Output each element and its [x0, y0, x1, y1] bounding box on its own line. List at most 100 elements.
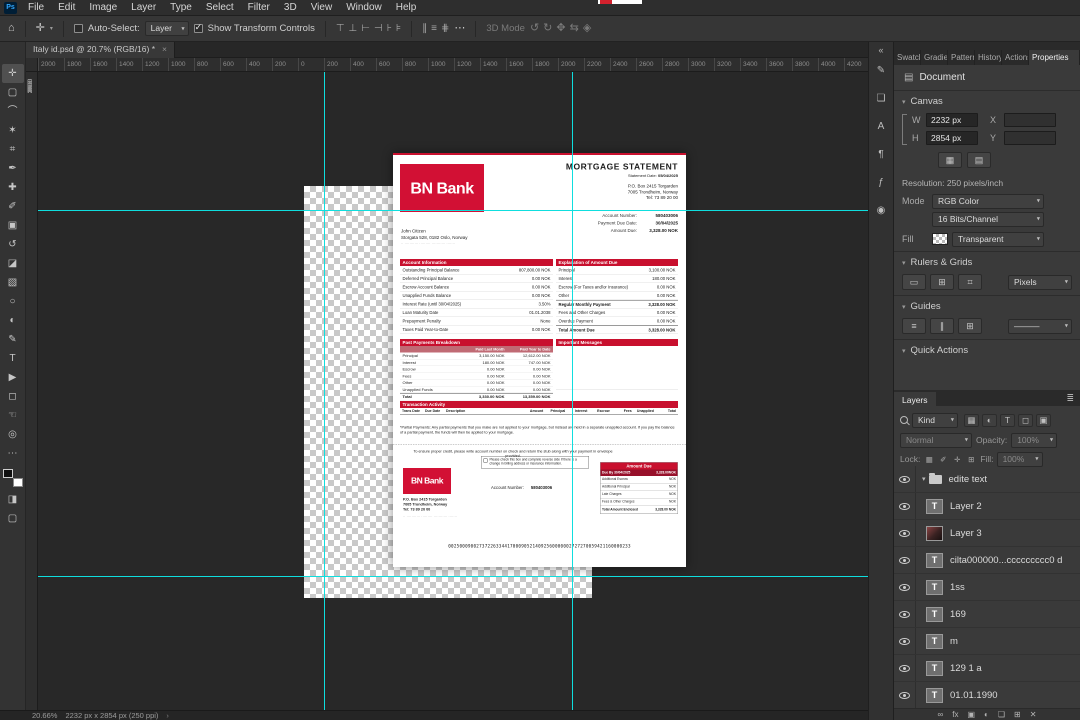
screen-mode-button[interactable]: ▢ — [2, 509, 24, 528]
menu-item[interactable]: Filter — [241, 0, 277, 16]
distribute-icon[interactable]: ⋕ — [441, 23, 449, 34]
layers-action-icon[interactable]: ▣ — [967, 710, 975, 719]
layer-row[interactable]: T 01.01.1990 — [894, 682, 1080, 709]
ruler-grid-toggle-button[interactable]: ▭ — [902, 274, 926, 290]
layer-thumbnail[interactable] — [926, 525, 943, 541]
layer-name[interactable]: 169 — [950, 609, 966, 620]
layers-action-icon[interactable]: ✕ — [1030, 710, 1037, 719]
fill-opacity-dropdown[interactable]: 100% — [996, 451, 1043, 467]
layer-filter-icon[interactable]: ▣ — [1036, 413, 1051, 427]
distribute-icon[interactable]: ∥ — [422, 23, 427, 34]
document-tab[interactable]: Italy id.psd @ 20.7% (RGB/16) * × — [26, 42, 175, 58]
color-mode-dropdown[interactable]: RGB Color — [932, 193, 1044, 209]
layers-action-icon[interactable]: ∞ — [938, 710, 944, 719]
align-icon[interactable]: ⊦ — [387, 23, 392, 34]
healing-brush-tool[interactable]: ✚ — [2, 178, 24, 197]
3d-mode-icon[interactable]: ⇆ — [570, 23, 579, 34]
crop-tool[interactable]: ⌗ — [2, 140, 24, 159]
canvas-y-input[interactable] — [1004, 131, 1056, 145]
filter-kind-dropdown[interactable]: Kind — [912, 412, 958, 428]
rulers-grids-section-header[interactable]: ▾ Rulers & Grids — [902, 257, 972, 268]
magic-wand-tool[interactable]: ✶ — [2, 121, 24, 140]
distribute-icon[interactable]: ≡ — [431, 23, 437, 34]
guide-toggle-button[interactable]: ⊞ — [958, 318, 982, 334]
history-panel-icon[interactable]: ✎ — [872, 63, 890, 78]
guide-toggle-button[interactable]: ≡ — [902, 318, 926, 334]
lock-icon[interactable]: ✐ — [937, 454, 949, 465]
3d-mode-icon[interactable]: ✥ — [556, 23, 565, 34]
shape-tool[interactable]: ◻ — [2, 387, 24, 406]
panel-tab[interactable]: Swatches — [894, 50, 921, 65]
visibility-eye-icon[interactable] — [894, 655, 916, 681]
panel-tab[interactable]: Patterns — [948, 50, 975, 65]
zoom-tool[interactable]: ◎ — [2, 425, 24, 444]
text-layer-icon[interactable]: T — [926, 633, 943, 649]
paragraph-panel-icon[interactable]: ¶ — [872, 147, 890, 162]
menu-item[interactable]: Type — [163, 0, 199, 16]
color-swatches[interactable] — [2, 469, 23, 487]
text-layer-icon[interactable]: T — [926, 660, 943, 676]
home-icon[interactable]: ⌂ — [8, 23, 15, 34]
align-icon[interactable]: ⊣ — [374, 23, 383, 34]
panel-menu-icon[interactable]: ≣ — [1066, 390, 1074, 406]
photoshop-logo-icon[interactable]: Ps — [4, 1, 17, 14]
menu-item[interactable]: View — [304, 0, 340, 16]
lock-icon[interactable]: ⊞ — [965, 454, 977, 465]
layer-filter-icon[interactable]: ◻ — [1018, 413, 1033, 427]
guide-toggle-button[interactable]: ∥ — [930, 318, 954, 334]
text-layer-icon[interactable]: T — [926, 579, 943, 595]
panel-tab[interactable]: History — [975, 50, 1002, 65]
layer-name[interactable]: 01.01.1990 — [950, 690, 998, 701]
guides-section-header[interactable]: ▾ Guides — [902, 301, 941, 312]
layer-name[interactable]: cilta000000...ccccccccc0 d — [950, 555, 1062, 566]
guide-vertical[interactable] — [324, 72, 325, 710]
menu-item[interactable]: Edit — [51, 0, 82, 16]
glyphs-panel-icon[interactable]: ƒ — [872, 175, 890, 190]
pen-tool[interactable]: ✎ — [2, 330, 24, 349]
gradient-tool[interactable]: ▧ — [2, 273, 24, 292]
marquee-tool[interactable]: ▢ — [2, 83, 24, 102]
layers-action-icon[interactable]: fx — [952, 710, 958, 719]
align-icon[interactable]: ⊥ — [349, 23, 358, 34]
layers-action-icon[interactable]: ◐ — [984, 710, 989, 719]
layer-row[interactable]: T 129 1 a — [894, 655, 1080, 682]
libraries-panel-icon[interactable]: ◉ — [872, 203, 890, 218]
visibility-eye-icon[interactable] — [894, 682, 916, 708]
mortgage-statement-document[interactable]: BN Bank MORTGAGE STATEMENT Statement Dat… — [393, 153, 686, 567]
text-layer-icon[interactable]: T — [926, 498, 943, 514]
panel-tab[interactable]: Actions — [1002, 50, 1029, 65]
type-tool[interactable]: T — [2, 349, 24, 368]
menu-item[interactable]: Image — [82, 0, 124, 16]
blur-tool[interactable]: ○ — [2, 292, 24, 311]
bit-depth-dropdown[interactable]: 16 Bits/Channel — [932, 211, 1044, 227]
history-brush-tool[interactable]: ↺ — [2, 235, 24, 254]
visibility-eye-icon[interactable] — [894, 520, 916, 546]
ruler-grid-toggle-button[interactable]: ⊞ — [930, 274, 954, 290]
opacity-dropdown[interactable]: 100% — [1011, 432, 1058, 448]
guide-style-dropdown[interactable]: ——— — [1008, 318, 1072, 334]
visibility-eye-icon[interactable] — [894, 493, 916, 519]
canvas-section-header[interactable]: ▾ Canvas — [902, 96, 943, 107]
layer-row[interactable]: Tcilta000000...ccccccccc0 d — [894, 547, 1080, 574]
menu-item[interactable]: Window — [339, 0, 389, 16]
brush-tool[interactable]: ✐ — [2, 197, 24, 216]
layer-row[interactable]: T Layer 2 — [894, 493, 1080, 520]
dodge-tool[interactable]: ◐ — [2, 311, 24, 330]
panel-tab[interactable]: Gradients — [921, 50, 948, 65]
search-icon[interactable] — [900, 416, 908, 424]
visibility-eye-icon[interactable] — [894, 574, 916, 600]
guide-horizontal[interactable] — [38, 210, 868, 211]
visibility-eye-icon[interactable] — [894, 601, 916, 627]
visibility-eye-icon[interactable] — [894, 466, 916, 492]
layer-row[interactable]: Tm — [894, 628, 1080, 655]
auto-select-checkbox[interactable] — [73, 24, 83, 33]
path-select-tool[interactable]: ▶ — [2, 368, 24, 387]
panel-tab[interactable]: Properties — [1029, 50, 1080, 65]
fill-transparency-swatch[interactable] — [932, 233, 948, 245]
layer-filter-icon[interactable]: ◐ — [982, 413, 997, 427]
horizontal-ruler[interactable]: 2000 1800 1600 1400 1200 1000 800 600 400 200 0 200… — [38, 58, 868, 72]
layer-name[interactable]: 129 1 a — [950, 663, 982, 674]
units-dropdown[interactable]: Pixels — [1008, 274, 1072, 290]
align-icon[interactable]: ⊤ — [336, 23, 345, 34]
3d-mode-icon[interactable]: ◈ — [583, 23, 591, 34]
